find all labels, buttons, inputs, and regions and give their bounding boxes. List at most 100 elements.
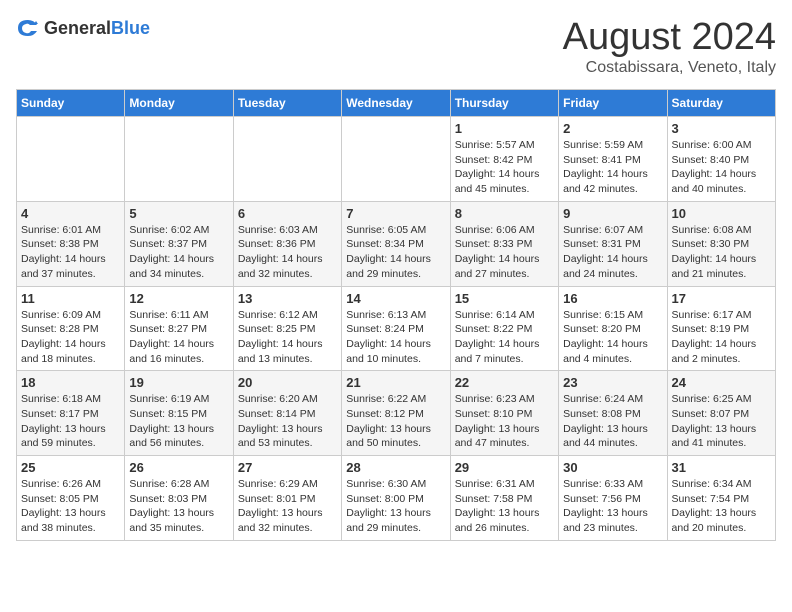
column-header-saturday: Saturday xyxy=(667,90,775,117)
day-number: 6 xyxy=(238,206,337,221)
calendar-cell: 11 Sunrise: 6:09 AMSunset: 8:28 PMDayligh… xyxy=(17,286,125,371)
day-number: 16 xyxy=(563,291,662,306)
day-info: Sunrise: 6:07 AMSunset: 8:31 PMDaylight:… xyxy=(563,223,662,282)
day-number: 9 xyxy=(563,206,662,221)
day-info: Sunrise: 5:59 AMSunset: 8:41 PMDaylight:… xyxy=(563,138,662,197)
day-number: 4 xyxy=(21,206,120,221)
day-number: 30 xyxy=(563,460,662,475)
day-number: 5 xyxy=(129,206,228,221)
calendar-cell: 24 Sunrise: 6:25 AMSunset: 8:07 PMDayligh… xyxy=(667,371,775,456)
day-number: 21 xyxy=(346,375,445,390)
calendar-cell: 6Sunrise: 6:03 AMSunset: 8:36 PMDaylight… xyxy=(233,201,341,286)
month-title: August 2024 xyxy=(563,16,776,59)
day-number: 28 xyxy=(346,460,445,475)
day-info: Sunrise: 6:06 AMSunset: 8:33 PMDaylight:… xyxy=(455,223,554,282)
calendar-cell: 25 Sunrise: 6:26 AMSunset: 8:05 PMDayligh… xyxy=(17,456,125,541)
calendar-cell: 4 Sunrise: 6:01 AMSunset: 8:38 PMDaylight… xyxy=(17,201,125,286)
calendar-cell xyxy=(342,117,450,202)
day-info: Sunrise: 6:09 AMSunset: 8:28 PMDaylight:… xyxy=(21,308,120,367)
logo-general: General xyxy=(44,18,111,39)
day-number: 7 xyxy=(346,206,445,221)
calendar-cell: 20 Sunrise: 6:20 AMSunset: 8:14 PMDayligh… xyxy=(233,371,341,456)
day-info: Sunrise: 6:29 AMSunset: 8:01 PMDaylight:… xyxy=(238,477,337,536)
column-header-tuesday: Tuesday xyxy=(233,90,341,117)
day-info: Sunrise: 5:57 AMSunset: 8:42 PMDaylight:… xyxy=(455,138,554,197)
calendar-cell: 3 Sunrise: 6:00 AMSunset: 8:40 PMDaylight… xyxy=(667,117,775,202)
day-number: 12 xyxy=(129,291,228,306)
day-info: Sunrise: 6:00 AMSunset: 8:40 PMDaylight:… xyxy=(672,138,771,197)
calendar-cell: 19Sunrise: 6:19 AMSunset: 8:15 PMDayligh… xyxy=(125,371,233,456)
header: General Blue August 2024 Costabissara, V… xyxy=(16,16,776,77)
day-number: 23 xyxy=(563,375,662,390)
day-info: Sunrise: 6:22 AMSunset: 8:12 PMDaylight:… xyxy=(346,392,445,451)
calendar-cell: 26Sunrise: 6:28 AMSunset: 8:03 PMDayligh… xyxy=(125,456,233,541)
week-row: 4 Sunrise: 6:01 AMSunset: 8:38 PMDaylight… xyxy=(17,201,776,286)
calendar-cell: 9 Sunrise: 6:07 AMSunset: 8:31 PMDaylight… xyxy=(559,201,667,286)
calendar-table: SundayMondayTuesdayWednesdayThursdayFrid… xyxy=(16,89,776,541)
subtitle: Costabissara, Veneto, Italy xyxy=(563,59,776,77)
day-info: Sunrise: 6:20 AMSunset: 8:14 PMDaylight:… xyxy=(238,392,337,451)
calendar-cell: 1 Sunrise: 5:57 AMSunset: 8:42 PMDaylight… xyxy=(450,117,558,202)
week-row: 1 Sunrise: 5:57 AMSunset: 8:42 PMDaylight… xyxy=(17,117,776,202)
day-info: Sunrise: 6:12 AMSunset: 8:25 PMDaylight:… xyxy=(238,308,337,367)
calendar-cell: 18 Sunrise: 6:18 AMSunset: 8:17 PMDayligh… xyxy=(17,371,125,456)
calendar-cell: 30 Sunrise: 6:33 AMSunset: 7:56 PMDayligh… xyxy=(559,456,667,541)
column-header-friday: Friday xyxy=(559,90,667,117)
header-row: SundayMondayTuesdayWednesdayThursdayFrid… xyxy=(17,90,776,117)
day-number: 14 xyxy=(346,291,445,306)
day-info: Sunrise: 6:14 AMSunset: 8:22 PMDaylight:… xyxy=(455,308,554,367)
day-number: 3 xyxy=(672,121,771,136)
day-number: 1 xyxy=(455,121,554,136)
logo-blue: Blue xyxy=(111,18,150,39)
day-number: 15 xyxy=(455,291,554,306)
day-info: Sunrise: 6:33 AMSunset: 7:56 PMDaylight:… xyxy=(563,477,662,536)
day-number: 8 xyxy=(455,206,554,221)
calendar-cell: 21 Sunrise: 6:22 AMSunset: 8:12 PMDayligh… xyxy=(342,371,450,456)
calendar-cell: 31Sunrise: 6:34 AMSunset: 7:54 PMDayligh… xyxy=(667,456,775,541)
day-number: 17 xyxy=(672,291,771,306)
day-info: Sunrise: 6:18 AMSunset: 8:17 PMDaylight:… xyxy=(21,392,120,451)
day-number: 11 xyxy=(21,291,120,306)
calendar-cell: 17Sunrise: 6:17 AMSunset: 8:19 PMDayligh… xyxy=(667,286,775,371)
day-info: Sunrise: 6:15 AMSunset: 8:20 PMDaylight:… xyxy=(563,308,662,367)
title-area: August 2024 Costabissara, Veneto, Italy xyxy=(563,16,776,77)
day-number: 10 xyxy=(672,206,771,221)
column-header-sunday: Sunday xyxy=(17,90,125,117)
column-header-thursday: Thursday xyxy=(450,90,558,117)
day-info: Sunrise: 6:13 AMSunset: 8:24 PMDaylight:… xyxy=(346,308,445,367)
day-info: Sunrise: 6:25 AMSunset: 8:07 PMDaylight:… xyxy=(672,392,771,451)
day-number: 24 xyxy=(672,375,771,390)
day-number: 22 xyxy=(455,375,554,390)
day-info: Sunrise: 6:31 AMSunset: 7:58 PMDaylight:… xyxy=(455,477,554,536)
column-header-wednesday: Wednesday xyxy=(342,90,450,117)
day-info: Sunrise: 6:05 AMSunset: 8:34 PMDaylight:… xyxy=(346,223,445,282)
calendar-cell: 5 Sunrise: 6:02 AMSunset: 8:37 PMDaylight… xyxy=(125,201,233,286)
day-info: Sunrise: 6:02 AMSunset: 8:37 PMDaylight:… xyxy=(129,223,228,282)
day-number: 20 xyxy=(238,375,337,390)
calendar-cell: 13 Sunrise: 6:12 AMSunset: 8:25 PMDayligh… xyxy=(233,286,341,371)
day-number: 18 xyxy=(21,375,120,390)
day-number: 13 xyxy=(238,291,337,306)
day-info: Sunrise: 6:30 AMSunset: 8:00 PMDaylight:… xyxy=(346,477,445,536)
logo-icon xyxy=(16,16,40,40)
calendar-cell: 15 Sunrise: 6:14 AMSunset: 8:22 PMDayligh… xyxy=(450,286,558,371)
week-row: 18 Sunrise: 6:18 AMSunset: 8:17 PMDayligh… xyxy=(17,371,776,456)
day-number: 27 xyxy=(238,460,337,475)
day-info: Sunrise: 6:28 AMSunset: 8:03 PMDaylight:… xyxy=(129,477,228,536)
calendar-cell xyxy=(17,117,125,202)
day-info: Sunrise: 6:11 AMSunset: 8:27 PMDaylight:… xyxy=(129,308,228,367)
day-number: 31 xyxy=(672,460,771,475)
day-info: Sunrise: 6:19 AMSunset: 8:15 PMDaylight:… xyxy=(129,392,228,451)
week-row: 11 Sunrise: 6:09 AMSunset: 8:28 PMDayligh… xyxy=(17,286,776,371)
calendar-cell: 29Sunrise: 6:31 AMSunset: 7:58 PMDayligh… xyxy=(450,456,558,541)
day-info: Sunrise: 6:26 AMSunset: 8:05 PMDaylight:… xyxy=(21,477,120,536)
week-row: 25 Sunrise: 6:26 AMSunset: 8:05 PMDayligh… xyxy=(17,456,776,541)
day-number: 25 xyxy=(21,460,120,475)
day-info: Sunrise: 6:24 AMSunset: 8:08 PMDaylight:… xyxy=(563,392,662,451)
calendar-cell: 23 Sunrise: 6:24 AMSunset: 8:08 PMDayligh… xyxy=(559,371,667,456)
calendar-cell xyxy=(125,117,233,202)
calendar-cell: 12 Sunrise: 6:11 AMSunset: 8:27 PMDayligh… xyxy=(125,286,233,371)
day-info: Sunrise: 6:01 AMSunset: 8:38 PMDaylight:… xyxy=(21,223,120,282)
column-header-monday: Monday xyxy=(125,90,233,117)
calendar-cell: 16 Sunrise: 6:15 AMSunset: 8:20 PMDayligh… xyxy=(559,286,667,371)
